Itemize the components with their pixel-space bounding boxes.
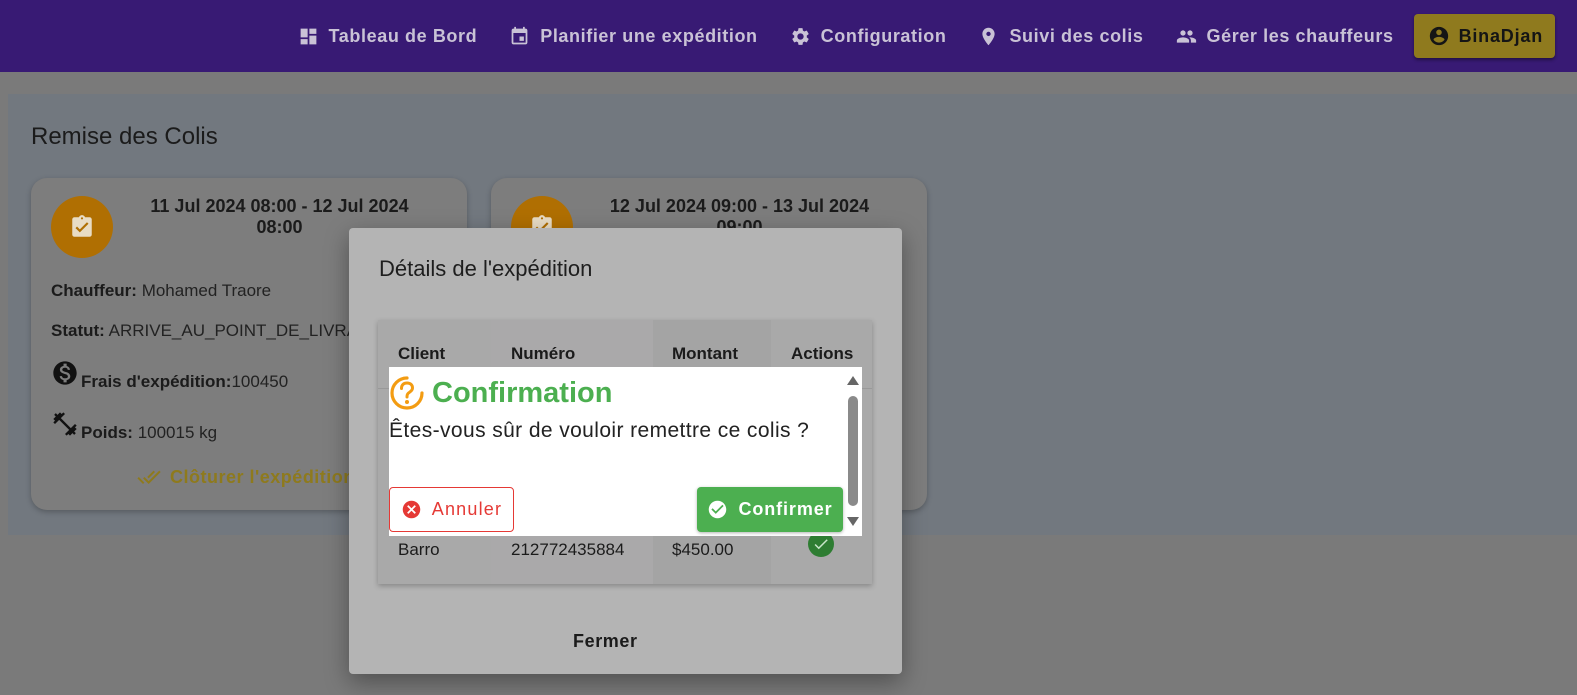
dialog-scrollbar[interactable] bbox=[846, 373, 860, 531]
scroll-up-arrow-icon[interactable] bbox=[847, 376, 859, 385]
top-navbar: Tableau de Bord Planifier une expédition… bbox=[0, 0, 1577, 72]
confirmation-dialog: Confirmation Êtes-vous sûr de vouloir re… bbox=[389, 367, 862, 536]
question-circle-icon bbox=[390, 376, 424, 410]
confirmation-header: Confirmation bbox=[389, 375, 612, 411]
cell-numero: 212772435884 bbox=[511, 540, 625, 559]
confirm-label: Confirmer bbox=[738, 499, 833, 519]
column-header-montant: Montant bbox=[672, 344, 739, 363]
cell-client: Barro bbox=[398, 540, 440, 559]
driver-label: Chauffeur: bbox=[51, 281, 137, 300]
check-circle-icon bbox=[709, 500, 727, 519]
status-label: Statut: bbox=[51, 321, 105, 340]
shipment-avatar bbox=[51, 196, 113, 258]
nav-item-label: Gérer les chauffeurs bbox=[1206, 25, 1394, 46]
fees-row: Frais d'expédition:100450 bbox=[81, 372, 288, 392]
column-header-numero: Numéro bbox=[511, 344, 576, 363]
nav-tableau-de-bord[interactable]: Tableau de Bord bbox=[298, 26, 478, 47]
cell-montant: $450.00 bbox=[672, 540, 734, 559]
close-dialog-button[interactable]: Fermer bbox=[573, 631, 638, 652]
user-name: BinaDjan bbox=[1458, 25, 1543, 46]
location-pin-icon bbox=[982, 27, 996, 45]
nav-item-label: Planifier une expédition bbox=[540, 25, 758, 46]
weight-dumbbell-icon bbox=[53, 412, 77, 436]
double-check-icon bbox=[137, 470, 161, 484]
confirmation-message: Êtes-vous sûr de vouloir remettre ce col… bbox=[389, 419, 810, 442]
cancel-label: Annuler bbox=[431, 499, 503, 519]
page-title: Remise des Colis bbox=[31, 123, 218, 150]
nav-gerer-chauffeurs[interactable]: Gérer les chauffeurs bbox=[1176, 26, 1394, 47]
nav-configuration[interactable]: Configuration bbox=[790, 26, 947, 47]
clipboard-check-icon bbox=[72, 215, 92, 237]
status-row: Statut: ARRIVE_AU_POINT_DE_LIVRA bbox=[51, 321, 358, 341]
dashboard-icon bbox=[300, 28, 316, 44]
people-icon bbox=[1176, 29, 1196, 43]
column-header-actions: Actions bbox=[791, 344, 854, 363]
confirm-button[interactable]: Confirmer bbox=[697, 487, 843, 532]
driver-value: Mohamed Traore bbox=[141, 281, 272, 300]
dialog-title: Détails de l'expédition bbox=[379, 256, 593, 281]
scroll-down-arrow-icon[interactable] bbox=[847, 517, 859, 526]
gear-icon bbox=[791, 27, 809, 45]
calendar-icon bbox=[511, 26, 528, 44]
scroll-thumb[interactable] bbox=[848, 396, 858, 506]
cancel-circle-icon bbox=[402, 500, 421, 519]
dollar-circle-icon bbox=[53, 361, 77, 385]
weight-label: Poids: bbox=[81, 423, 133, 442]
nav-item-label: Tableau de Bord bbox=[328, 25, 478, 46]
driver-row: Chauffeur: Mohamed Traore bbox=[51, 281, 271, 301]
nav-suivi-colis[interactable]: Suivi des colis bbox=[978, 26, 1143, 47]
fees-label: Frais d'expédition: bbox=[81, 372, 232, 391]
user-menu-button[interactable]: BinaDjan bbox=[1413, 14, 1555, 58]
account-circle-icon bbox=[1429, 26, 1448, 46]
checkmark-icon bbox=[814, 539, 828, 550]
cancel-button[interactable]: Annuler bbox=[389, 487, 514, 532]
confirmation-title: Confirmation bbox=[432, 376, 613, 409]
fees-value: 100450 bbox=[231, 372, 289, 391]
status-value: ARRIVE_AU_POINT_DE_LIVRA bbox=[108, 321, 359, 340]
nav-item-label: Suivi des colis bbox=[1009, 25, 1144, 46]
weight-row: Poids: 100015 kg bbox=[81, 423, 217, 443]
close-shipment-button[interactable]: Clôturer l'expédition bbox=[137, 465, 355, 489]
column-header-client: Client bbox=[398, 344, 446, 363]
close-shipment-label: Clôturer l'expédition bbox=[170, 466, 355, 487]
weight-value: 100015 kg bbox=[137, 423, 218, 442]
nav-item-label: Configuration bbox=[820, 25, 947, 46]
nav-planifier-expedition[interactable]: Planifier une expédition bbox=[509, 26, 757, 47]
